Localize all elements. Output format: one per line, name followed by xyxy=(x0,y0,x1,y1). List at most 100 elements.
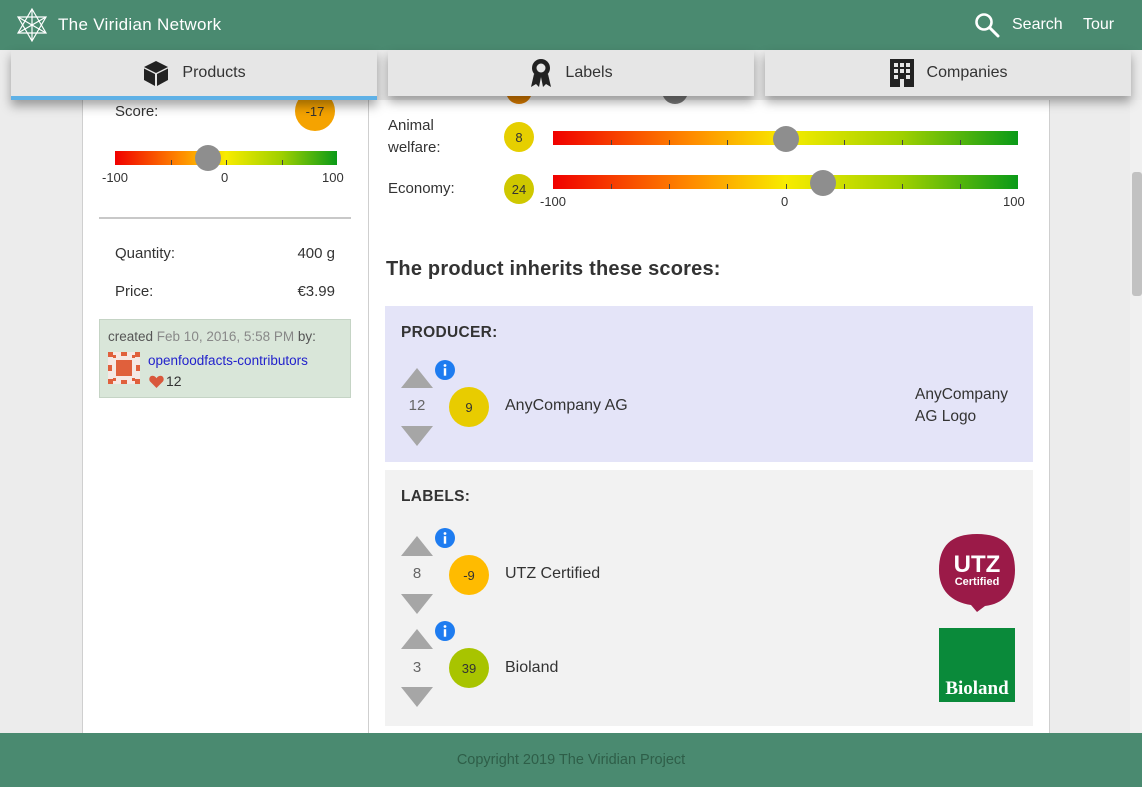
top-navbar: The Viridian Network Search Tour xyxy=(0,0,1142,50)
contributor-avatar[interactable] xyxy=(108,352,140,384)
viridian-logo-icon[interactable] xyxy=(16,8,48,42)
bar-tick xyxy=(843,140,845,145)
tab-label: Companies xyxy=(926,64,1008,81)
label-score-badge: -9 xyxy=(449,555,489,595)
search-icon[interactable] xyxy=(974,12,1000,38)
vote-count: 3 xyxy=(412,659,422,676)
subscale-min: -100 xyxy=(540,194,567,209)
inherited-scores-heading: The product inherits these scores: xyxy=(386,258,721,280)
subscore-badge-animal-welfare: 8 xyxy=(504,122,534,152)
label-score: 39 xyxy=(461,660,477,676)
created-by-box: created Feb 10, 2016, 5:58 PM by: openfo… xyxy=(99,319,351,398)
subscore-label-animal-welfare: Animal welfare: xyxy=(388,115,441,159)
score-slider-bar xyxy=(115,151,337,165)
bar-tick xyxy=(727,140,729,145)
vote-count: 8 xyxy=(412,565,422,582)
subscore-slider-knob[interactable] xyxy=(773,126,799,152)
tab-label: Products xyxy=(182,64,246,81)
tab-labels[interactable]: Labels xyxy=(388,50,754,96)
producer-score-badge: 9 xyxy=(449,387,489,427)
labels-card: LABELS: 8 -9 UTZ Certified UTZ Certified… xyxy=(385,470,1033,726)
producer-heading: PRODUCER: xyxy=(401,324,498,341)
scrollbar-thumb[interactable] xyxy=(1132,172,1142,296)
info-icon[interactable] xyxy=(435,621,455,641)
bioland-logo-text: Bioland xyxy=(945,678,1009,699)
info-icon[interactable] xyxy=(435,528,455,548)
bar-tick xyxy=(901,184,903,189)
cube-icon xyxy=(144,61,169,86)
bar-tick xyxy=(226,160,227,165)
tab-products[interactable]: Products xyxy=(11,50,377,100)
created-date: Feb 10, 2016, 5:58 PM xyxy=(156,329,295,344)
scale-max: 100 xyxy=(322,170,344,185)
subscore-label-line: Animal xyxy=(388,117,434,134)
subscale-mid: 0 xyxy=(781,194,789,209)
bioland-logo[interactable]: Bioland xyxy=(939,628,1015,702)
logo-alt-line: AnyCompany xyxy=(915,386,1009,403)
score-label: Score: xyxy=(115,103,159,120)
scale-min: -100 xyxy=(102,170,129,185)
product-summary-column: Score: -17 -100 0 100 Quantity: 400 g Pr… xyxy=(83,91,369,733)
subscore-badge-economy: 24 xyxy=(504,174,534,204)
price-value: €3.99 xyxy=(297,283,335,300)
brand-name[interactable]: The Viridian Network xyxy=(58,15,221,35)
section-divider xyxy=(99,217,351,219)
tab-label: Labels xyxy=(565,64,613,81)
subscore-bar-economy xyxy=(553,175,1018,189)
bar-tick xyxy=(785,184,787,189)
bar-tick xyxy=(281,160,283,165)
subscore-label-economy: Economy: xyxy=(388,180,455,197)
upvote-arrow-icon[interactable] xyxy=(401,629,433,649)
producer-score: 9 xyxy=(465,399,473,415)
copyright-text: Copyright 2019 The Viridian Project xyxy=(456,752,686,768)
subscore-value: 24 xyxy=(511,181,527,197)
scale-mid: 0 xyxy=(221,170,229,185)
score-slider-knob[interactable] xyxy=(195,145,221,171)
contributor-link[interactable]: openfoodfacts-contributors xyxy=(148,353,308,368)
tour-link[interactable]: Tour xyxy=(1083,16,1114,34)
label-name[interactable]: UTZ Certified xyxy=(505,565,600,583)
bar-tick xyxy=(611,140,613,145)
downvote-arrow-icon[interactable] xyxy=(401,687,433,707)
label-score-badge: 39 xyxy=(449,648,489,688)
likes-counter[interactable]: 12 xyxy=(149,373,182,389)
bar-tick xyxy=(901,140,903,145)
label-name[interactable]: Bioland xyxy=(505,659,558,677)
producer-logo-alt: AnyCompany AG Logo xyxy=(915,384,1008,428)
quantity-label: Quantity: xyxy=(115,245,176,262)
created-line: created Feb 10, 2016, 5:58 PM by: xyxy=(108,329,316,344)
heart-icon[interactable] xyxy=(149,375,164,388)
score-value: -17 xyxy=(305,103,325,119)
created-suffix: by: xyxy=(297,329,316,344)
subscore-value: 8 xyxy=(515,129,523,145)
upvote-arrow-icon[interactable] xyxy=(401,536,433,556)
quantity-value: 400 g xyxy=(297,245,335,262)
created-prefix: created xyxy=(108,329,154,344)
award-ribbon-icon xyxy=(531,59,552,87)
upvote-arrow-icon[interactable] xyxy=(401,368,433,388)
subscale-max: 100 xyxy=(1003,194,1025,209)
info-icon[interactable] xyxy=(435,360,455,380)
search-link[interactable]: Search xyxy=(1012,16,1063,34)
subscore-slider-knob[interactable] xyxy=(810,170,836,196)
downvote-arrow-icon[interactable] xyxy=(401,594,433,614)
label-score: -9 xyxy=(463,567,475,583)
product-detail-panel: Score: -17 -100 0 100 Quantity: 400 g Pr… xyxy=(82,78,1050,733)
utz-logo-text: UTZ xyxy=(954,551,1001,578)
vote-count: 12 xyxy=(408,397,426,414)
labels-heading: LABELS: xyxy=(401,488,471,505)
section-tabs: Products Labels Companies xyxy=(0,50,1142,100)
bar-tick xyxy=(170,160,172,165)
score-details-column: Animal welfare: 8 Economy: 24 -100 0 100… xyxy=(370,78,1050,733)
downvote-arrow-icon[interactable] xyxy=(401,426,433,446)
producer-name[interactable]: AnyCompany AG xyxy=(505,397,628,415)
producer-card: PRODUCER: 12 9 AnyCompany AG AnyCompany … xyxy=(385,306,1033,462)
bar-tick xyxy=(959,184,961,189)
utz-certified-logo[interactable]: UTZ Certified xyxy=(937,532,1017,612)
bar-tick xyxy=(959,140,961,145)
tab-companies[interactable]: Companies xyxy=(765,50,1131,96)
bar-tick xyxy=(611,184,613,189)
likes-count: 12 xyxy=(166,373,182,389)
bar-tick xyxy=(727,184,729,189)
utz-logo-subtext: Certified xyxy=(955,576,1000,588)
